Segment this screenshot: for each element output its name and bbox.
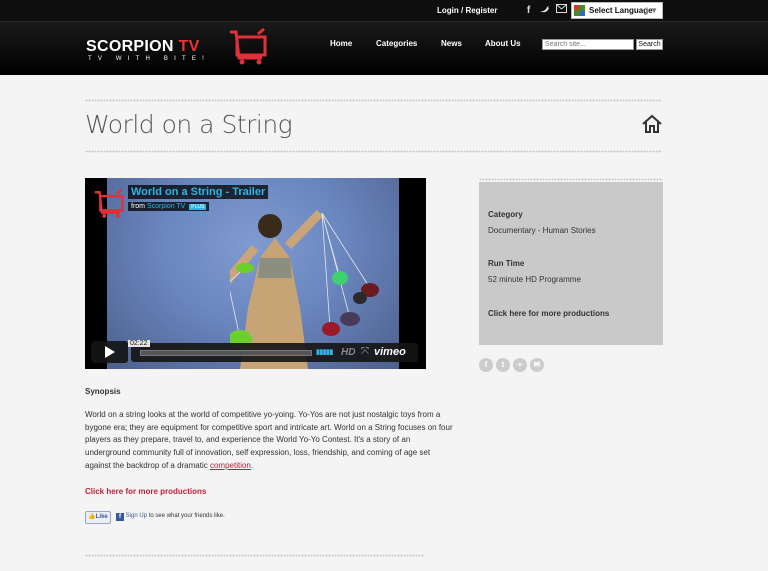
scorpion-cart-logo-icon xyxy=(230,28,267,65)
select-language-label: Select Language xyxy=(589,6,653,15)
top-bar: Login / Register f Select Language | ▼ xyxy=(0,0,768,22)
info-sidebar: Category Documentary - Human Stories Run… xyxy=(479,182,663,345)
synopsis-text: World on a string looks at the world of … xyxy=(85,409,457,473)
synopsis-body: World on a string looks at the world of … xyxy=(85,410,453,470)
logo[interactable]: SCORPION TV xyxy=(86,38,200,56)
thumbs-up-icon: 👍 xyxy=(88,514,96,520)
home-icon[interactable] xyxy=(641,114,663,134)
signup-link[interactable]: Sign Up xyxy=(126,513,147,519)
twitter-icon[interactable] xyxy=(538,4,551,17)
hd-toggle[interactable]: HD xyxy=(341,347,355,358)
email-icon[interactable] xyxy=(555,4,568,17)
synopsis-heading: Synopsis xyxy=(85,387,121,396)
select-language-dropdown[interactable]: Select Language | ▼ xyxy=(571,2,663,19)
sidebar-more-productions-link[interactable]: Click here for more productions xyxy=(488,309,609,318)
from-label: from xyxy=(131,203,145,210)
plus-badge: PLUS xyxy=(189,204,207,210)
runtime-label: Run Time xyxy=(488,259,525,268)
logo-tv-text: TV xyxy=(178,38,200,55)
facebook-icon: f xyxy=(116,513,124,521)
fullscreen-icon[interactable]: ⤧ xyxy=(361,346,369,357)
facebook-signup: f Sign Up to see what your friends like. xyxy=(116,513,225,521)
runtime-value: 52 minute HD Programme xyxy=(488,275,581,284)
vimeo-logo[interactable]: vimeo xyxy=(374,346,406,358)
facebook-icon[interactable]: f xyxy=(522,4,535,17)
signup-text: to see what your friends like. xyxy=(147,513,225,519)
logo-tagline: TV WITH BITE! xyxy=(88,56,210,62)
play-button[interactable] xyxy=(91,341,128,363)
divider xyxy=(85,99,662,102)
nav-about-us[interactable]: About Us xyxy=(485,39,521,48)
google-plus-share-icon[interactable]: + xyxy=(513,358,527,372)
email-share-icon[interactable]: ✉ xyxy=(530,358,544,372)
video-title-link[interactable]: World on a String - Trailer xyxy=(128,185,269,199)
facebook-like-button[interactable]: 👍Like xyxy=(85,511,111,524)
page-title: World on a String xyxy=(85,110,293,139)
google-icon xyxy=(574,5,585,16)
site-header: SCORPION TV TV WITH BITE! Home Categorie… xyxy=(0,22,768,75)
divider xyxy=(85,150,662,153)
logo-main-text: SCORPION xyxy=(86,38,174,55)
dropdown-arrow-icon: | ▼ xyxy=(645,6,658,15)
synopsis-end: . xyxy=(250,460,254,470)
video-byline: from Scorpion TV PLUS xyxy=(128,202,210,211)
volume-icon[interactable]: ▮▮▮▮▮ xyxy=(316,348,333,356)
channel-logo-icon[interactable] xyxy=(92,189,126,219)
like-label: Like xyxy=(95,514,108,520)
facebook-share-icon[interactable]: f xyxy=(479,358,493,372)
nav-news[interactable]: News xyxy=(441,39,462,48)
divider xyxy=(85,554,425,557)
more-productions-link[interactable]: Click here for more productions xyxy=(85,487,206,496)
search-button[interactable]: Search xyxy=(636,39,663,50)
login-register-link[interactable]: Login / Register xyxy=(437,6,497,15)
video-duration: 02:22 xyxy=(128,340,150,347)
twitter-share-icon[interactable]: t xyxy=(496,358,510,372)
channel-name-link[interactable]: Scorpion TV xyxy=(147,203,185,210)
category-value: Documentary - Human Stories xyxy=(488,226,596,235)
nav-categories[interactable]: Categories xyxy=(376,39,417,48)
nav-home[interactable]: Home xyxy=(330,39,352,48)
search-input[interactable] xyxy=(542,39,634,50)
category-label: Category xyxy=(488,210,523,219)
competition-link[interactable]: competition xyxy=(210,461,251,470)
divider xyxy=(479,178,663,181)
video-progress-bar[interactable] xyxy=(140,350,312,356)
